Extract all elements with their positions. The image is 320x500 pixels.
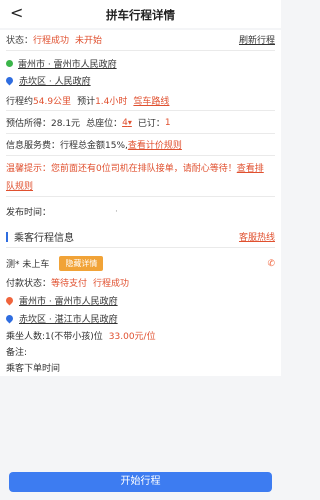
status-row: 状态： 行程成功 未开始 刷新行程	[6, 33, 275, 46]
passenger-name: 测* 未上车	[6, 260, 50, 270]
passenger-trip-status: 行程成功	[93, 279, 130, 289]
chevron-down-icon: ▾	[127, 117, 132, 127]
pricing-rules-link[interactable]: 查看计价规则	[128, 138, 182, 151]
passenger-count: 乘坐人数:1(不带小孩)位	[6, 332, 103, 342]
notice-prefix: 温馨提示：	[6, 164, 52, 174]
status-success: 行程成功	[33, 36, 70, 46]
origin-dot-icon	[6, 60, 13, 67]
page-title: 拼车行程详情	[106, 8, 175, 22]
earnings-row: 预估所得： 28.1元 总座位： 4▾ 已订： 1	[6, 116, 275, 130]
total-seats-select[interactable]: 4▾	[122, 118, 132, 128]
trip-card: 状态： 行程成功 未开始 刷新行程 雷州市 · 雷州市人民政府 赤坎区 · 人民…	[0, 30, 281, 228]
passenger-card: 乘客行程信息 客服热线 测* 未上车 隐藏详情 ✆ 付款状态： 等待支付 行程成…	[0, 226, 281, 376]
divider	[6, 50, 275, 51]
passenger-section-title: 乘客行程信息	[14, 233, 74, 244]
expected-label: 预估所得：	[6, 119, 52, 129]
passenger-price: 33.00元/位	[108, 332, 156, 342]
divider	[6, 133, 275, 134]
publish-row: 发布时间： ·	[6, 205, 275, 219]
remark-row: 备注:	[6, 345, 275, 358]
route-link[interactable]: 驾车路线	[133, 94, 169, 107]
expected-value: 28.1元	[51, 119, 81, 129]
fee-row: 信息服务费：行程总金额15%, 查看计价规则	[6, 138, 275, 151]
passenger-from-row: 雷州市 · 雷州市人民政府	[4, 294, 275, 307]
service-hotline-link[interactable]: 客服热线	[239, 230, 275, 243]
distance-row: 行程约 54.9公里 预计 1.4小时 驾车路线	[6, 94, 275, 107]
fee-label: 信息服务费：行程总金额15%,	[6, 141, 128, 151]
top-bar: < 拼车行程详情	[0, 0, 281, 28]
origin-pin-icon	[4, 295, 15, 306]
divider	[6, 247, 275, 248]
status-label: 状态：	[6, 36, 34, 46]
pay-label: 付款状态：	[6, 279, 52, 289]
booked-value: 1	[164, 117, 171, 128]
location-pin-icon	[4, 75, 15, 86]
passenger-name-row: 测* 未上车 隐藏详情 ✆	[6, 256, 275, 271]
notice-text: 您前面还有0位司机在排队接单，请耐心等待！	[51, 164, 237, 174]
trip-to-row: 赤坎区 · 人民政府	[4, 74, 275, 87]
publish-value: ·	[115, 206, 118, 217]
passenger-count-row: 乘坐人数:1(不带小孩)位 33.00元/位	[6, 329, 275, 342]
divider	[6, 110, 275, 111]
passenger-to: 赤坎区 · 湛江市人民政府	[19, 315, 118, 325]
trip-from-row: 雷州市 · 雷州市人民政府	[6, 57, 275, 70]
refresh-trip-button[interactable]: 刷新行程	[239, 33, 275, 46]
eta-prefix: 预计	[77, 97, 96, 107]
distance-prefix: 行程约	[6, 97, 34, 107]
queue-rules-link-2[interactable]: 队规则	[6, 179, 33, 192]
pay-row: 付款状态： 等待支付 行程成功	[6, 276, 275, 289]
order-time-label: 乘客下单时间	[6, 364, 61, 374]
passenger-from: 雷州市 · 雷州市人民政府	[19, 297, 118, 307]
eta-value: 1.4小时	[95, 97, 128, 107]
trip-to: 赤坎区 · 人民政府	[19, 77, 91, 87]
order-time-row: 乘客下单时间	[6, 361, 275, 374]
phone-icon[interactable]: ✆	[267, 259, 275, 269]
status-not-started: 未开始	[75, 36, 103, 46]
pay-status: 等待支付	[51, 279, 88, 289]
section-marker	[6, 231, 8, 242]
hide-details-button[interactable]: 隐藏详情	[59, 256, 104, 271]
divider	[6, 155, 275, 156]
divider	[6, 196, 275, 197]
passenger-header: 乘客行程信息 客服热线	[6, 229, 275, 244]
trip-from: 雷州市 · 雷州市人民政府	[18, 60, 117, 70]
publish-label: 发布时间：	[6, 208, 52, 218]
destination-pin-icon	[4, 313, 15, 324]
notice-row-1: 温馨提示： 您前面还有0位司机在排队接单，请耐心等待！ 查看排	[6, 161, 275, 174]
distance-value: 54.9公里	[33, 97, 72, 107]
notice-row-2: 队规则	[6, 179, 275, 192]
passenger-to-row: 赤坎区 · 湛江市人民政府	[4, 312, 275, 325]
booked-label: 已订：	[137, 119, 165, 129]
remark-label: 备注:	[6, 348, 28, 358]
total-seats-label: 总座位：	[86, 119, 123, 129]
start-trip-button[interactable]: 开始行程	[9, 472, 272, 492]
queue-rules-link-1[interactable]: 查看排	[237, 161, 264, 174]
